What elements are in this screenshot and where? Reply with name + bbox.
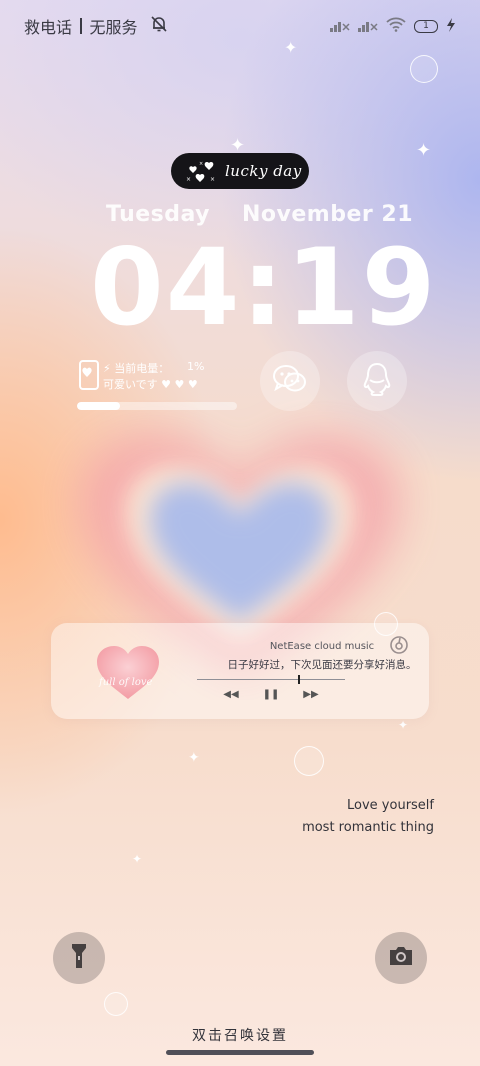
pause-icon: ❚❚ <box>262 688 280 700</box>
clock-time: 04:19 <box>90 226 438 349</box>
status-left: 救电话 无服务 <box>24 14 168 38</box>
qq-penguin-icon <box>362 362 392 400</box>
carrier-text: 无服务 <box>89 18 138 37</box>
music-progress-knob[interactable] <box>297 675 300 684</box>
quote-line-1: Love yourself <box>347 798 434 813</box>
camera-button[interactable] <box>375 932 427 984</box>
bubble-decoration <box>410 55 438 83</box>
music-progress-track[interactable] <box>197 679 345 680</box>
wechat-shortcut-button[interactable] <box>260 351 320 411</box>
status-bar: 救电话 无服务 1 <box>24 14 456 38</box>
weekday-label: Tuesday <box>106 202 211 227</box>
music-lyric: 日子好好过，下次见面还要分享好消息。 <box>227 659 417 671</box>
netease-logo-icon <box>389 635 409 655</box>
pause-button[interactable]: ❚❚ <box>262 687 280 701</box>
wifi-icon <box>386 16 406 36</box>
battery-progress-fill <box>77 402 121 410</box>
svg-text:×: × <box>199 161 203 167</box>
home-indicator[interactable] <box>166 1050 314 1055</box>
status-right: 1 <box>330 16 456 36</box>
fast-forward-icon: ▶▶ <box>303 688 319 700</box>
flashlight-icon <box>71 943 87 973</box>
sparkle-icon: ✦ <box>416 140 432 161</box>
previous-button[interactable]: ◀◀ <box>223 687 239 701</box>
lucky-day-badge: × × × lucky day <box>171 153 309 189</box>
battery-widget: ⚡ 当前电量： 1% 可爱いです ♥ ♥ ♥ <box>77 358 239 414</box>
flashlight-button[interactable] <box>53 932 105 984</box>
album-art-text: full of love <box>99 677 153 688</box>
mute-bell-icon <box>150 15 168 37</box>
next-button[interactable]: ▶▶ <box>303 687 319 701</box>
signal-x-icon <box>330 17 350 36</box>
emergency-call-text: 救电话 <box>24 18 73 37</box>
album-art-heart: full of love <box>93 643 163 703</box>
battery-level-text: 1 <box>423 20 429 31</box>
signal-x-icon <box>358 17 378 36</box>
quote-line-2: most romantic thing <box>302 820 434 835</box>
battery-percent: 1% <box>187 360 205 373</box>
bubble-decoration <box>294 746 324 776</box>
svg-text:×: × <box>210 176 215 183</box>
battery-progress-track <box>77 402 237 410</box>
sparkle-icon: ✦ <box>284 38 298 57</box>
double-tap-hint: 双击召唤设置 <box>192 1028 288 1044</box>
qq-shortcut-button[interactable] <box>347 351 407 411</box>
rewind-icon: ◀◀ <box>223 688 239 700</box>
music-source: NetEase cloud music <box>269 641 375 652</box>
wechat-icon <box>272 363 308 399</box>
charging-icon <box>446 17 456 36</box>
date-label: November 21 <box>242 202 414 227</box>
badge-text: lucky day <box>225 162 302 180</box>
svg-text:×: × <box>186 176 191 183</box>
sparkle-icon: ✦ <box>398 718 409 732</box>
battery-label: ⚡ 当前电量： <box>103 362 170 375</box>
sparkle-icon: ✦ <box>188 750 200 766</box>
hearts-icon: × × × <box>185 153 225 189</box>
sparkle-icon: ✦ <box>132 852 143 866</box>
bubble-decoration <box>104 992 128 1016</box>
phone-battery-icon <box>79 360 99 390</box>
music-player-card[interactable]: full of love NetEase cloud music 日子好好过，下… <box>51 623 429 719</box>
battery-cute-text: 可爱いです ♥ ♥ ♥ <box>103 378 198 391</box>
separator <box>80 18 82 34</box>
battery-icon: 1 <box>414 19 438 33</box>
camera-icon <box>388 945 414 971</box>
